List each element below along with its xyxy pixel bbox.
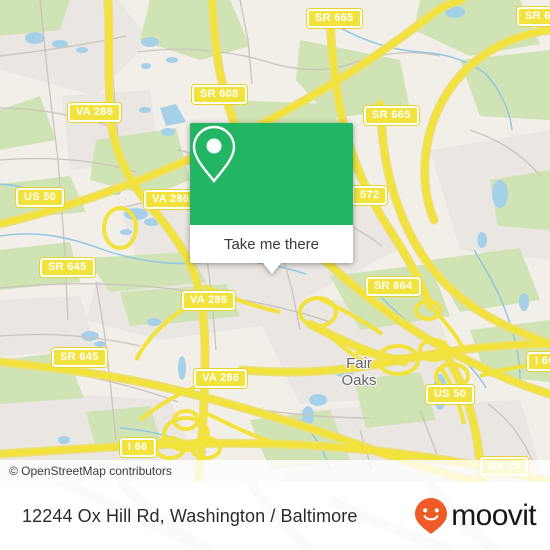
moovit-wordmark: moovit — [451, 499, 536, 532]
road-shield[interactable]: I 66 — [120, 438, 156, 457]
footer-address: 12244 Ox Hill Rd, Washington / Baltimore — [22, 505, 358, 526]
road-shield[interactable]: VA 286 — [194, 369, 248, 388]
moovit-logo[interactable]: moovit — [414, 497, 537, 535]
road-shield[interactable]: US 50 — [426, 385, 475, 404]
moovit-pin-smile-icon — [415, 498, 448, 534]
road-shield[interactable]: 572 — [352, 186, 388, 205]
map-pin-icon — [192, 125, 236, 183]
map-canvas[interactable]: SR 665 SR 67 SR 608 SR 665 VA 286 US 50 … — [0, 0, 550, 482]
attribution-text[interactable]: © OpenStreetMap contributors — [0, 464, 172, 478]
road-shield[interactable]: SR 665 — [364, 106, 419, 125]
road-shield[interactable]: VA 286 — [182, 291, 236, 310]
road-shield[interactable]: SR 645 — [40, 258, 95, 277]
road-shield[interactable]: SR 664 — [366, 277, 421, 296]
popup-pointer — [262, 263, 281, 274]
popup-cta-label: Take me there — [223, 235, 320, 253]
map-attribution: © OpenStreetMap contributors — [0, 460, 550, 482]
road-shield[interactable]: I 66 — [527, 352, 550, 371]
popup-cta[interactable]: Take me there — [190, 225, 353, 263]
map-screen: SR 665 SR 67 SR 608 SR 665 VA 286 US 50 … — [0, 0, 550, 550]
road-shield[interactable]: VA 286 — [68, 103, 122, 122]
place-label-fair-oaks: Fair Oaks — [341, 355, 377, 389]
popup-header — [190, 123, 353, 225]
road-shield[interactable]: SR 665 — [307, 9, 362, 28]
road-shield[interactable]: SR 67 — [517, 7, 550, 26]
footer-bar: 12244 Ox Hill Rd, Washington / Baltimore… — [0, 482, 550, 550]
location-popup[interactable]: Take me there — [190, 123, 353, 274]
road-shield[interactable]: US 50 — [16, 188, 65, 207]
road-shield[interactable]: SR 608 — [192, 85, 247, 104]
road-shield[interactable]: SR 645 — [52, 348, 107, 367]
